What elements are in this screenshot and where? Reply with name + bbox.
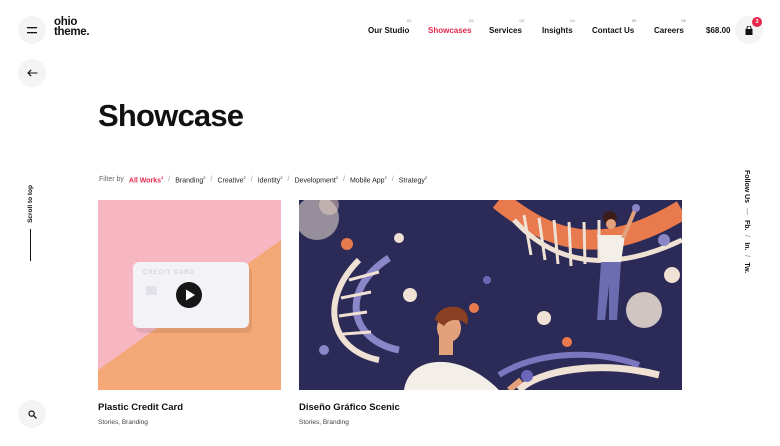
filter-label: All Works — [128, 177, 162, 185]
filter-divider: / — [391, 176, 394, 184]
nav-item-contact-us[interactable]: 05 Contact Us — [592, 18, 637, 35]
project-title[interactable]: Plastic Credit Card — [98, 402, 183, 413]
menu-button[interactable] — [18, 16, 46, 44]
filter-count: 2 — [280, 175, 283, 180]
nav-number: 01 — [406, 18, 412, 23]
filter-all-works[interactable]: All Works3 — [129, 175, 163, 184]
search-button[interactable] — [18, 400, 46, 428]
cart-button[interactable]: 3 — [735, 16, 763, 44]
card-embossed-text: CREDIT CARD — [143, 270, 195, 276]
shopping-bag-icon — [745, 25, 753, 35]
social-link-facebook[interactable]: Fb. — [743, 220, 750, 231]
scroll-line — [30, 228, 31, 261]
cart-total[interactable]: $68.00 — [706, 26, 730, 35]
social-link-instagram[interactable]: In. — [743, 242, 750, 250]
nav-number: 06 — [681, 18, 686, 23]
filter-label: Creative — [217, 177, 244, 185]
project-tags: Stories, Branding — [299, 419, 349, 426]
filter-divider: / — [168, 176, 171, 184]
follow-us-label: Follow Us — [743, 170, 750, 204]
project-thumbnail-credit-card[interactable]: CREDIT CARD — [98, 200, 281, 390]
nav-item-our-studio[interactable]: 01 Our Studio — [368, 18, 412, 35]
social-dash: — — [743, 208, 750, 216]
site-logo[interactable]: ohio theme. — [54, 16, 90, 38]
filter-label: Branding — [175, 177, 204, 185]
nav-number: 02 — [469, 18, 474, 23]
filter-branding[interactable]: Branding2 — [175, 175, 205, 184]
filter-label: Identity — [257, 177, 281, 185]
nav-label: Showcases — [428, 26, 472, 35]
dna-illustration — [299, 200, 682, 390]
filter-creative[interactable]: Creative2 — [217, 175, 245, 184]
project-thumbnail-scenic[interactable] — [299, 200, 682, 390]
filter-lead-label: Filter by — [99, 176, 124, 184]
nav-label: Insights — [542, 26, 573, 35]
nav-label: Our Studio — [368, 26, 410, 35]
nav-label: Services — [489, 26, 522, 35]
filter-divider: / — [250, 176, 253, 184]
cart-count-badge: 3 — [752, 17, 762, 27]
filter-count: 2 — [384, 175, 387, 180]
nav-label: Careers — [654, 26, 684, 35]
nav-number: 04 — [570, 18, 575, 23]
filter-label: Development — [294, 177, 336, 185]
filter-divider: / — [210, 176, 213, 184]
filter-divider: / — [287, 176, 290, 184]
logo-line-2: theme. — [54, 26, 90, 38]
filter-label: Mobile App — [349, 177, 385, 185]
filter-count: 2 — [243, 175, 246, 180]
nav-item-careers[interactable]: 06 Careers — [654, 18, 686, 35]
filter-strategy[interactable]: Strategy2 — [399, 175, 427, 184]
scroll-to-top[interactable]: Scroll to top — [27, 185, 34, 261]
nav-number: 03 — [519, 18, 524, 23]
filter-development[interactable]: Development2 — [295, 175, 338, 184]
page-title: Showcase — [98, 98, 244, 133]
filter-divider: / — [342, 176, 345, 184]
social-link-twitter[interactable]: Tw. — [743, 262, 750, 273]
filter-identity[interactable]: Identity2 — [258, 175, 283, 184]
filter-count: 3 — [161, 175, 164, 180]
filter-count: 2 — [203, 175, 206, 180]
filter-mobile-app[interactable]: Mobile App2 — [350, 175, 387, 184]
credit-card-illustration: CREDIT CARD — [98, 200, 281, 390]
scroll-to-top-label: Scroll to top — [27, 185, 34, 223]
nav-label: Contact Us — [592, 26, 635, 35]
social-divider: / — [743, 235, 750, 238]
back-button[interactable] — [18, 59, 46, 87]
nav-item-insights[interactable]: 04 Insights — [542, 18, 575, 35]
portfolio-filter: Filter by All Works3 / Branding2 / Creat… — [99, 175, 427, 184]
project-tags: Stories, Branding — [98, 419, 148, 426]
project-title[interactable]: Diseño Gráfico Scenic — [299, 402, 400, 413]
search-icon — [27, 409, 37, 419]
filter-count: 2 — [335, 175, 338, 180]
arrow-left-icon — [26, 69, 37, 77]
filter-count: 2 — [424, 175, 428, 180]
social-links: Follow Us — Fb. / In. / Tw. — [743, 170, 750, 273]
social-divider: / — [743, 255, 750, 258]
nav-item-showcases[interactable]: 02 Showcases — [428, 18, 474, 35]
nav-item-services[interactable]: 03 Services — [489, 18, 524, 35]
nav-number: 05 — [631, 18, 637, 23]
filter-label: Strategy — [398, 177, 425, 185]
hamburger-icon — [27, 26, 37, 33]
